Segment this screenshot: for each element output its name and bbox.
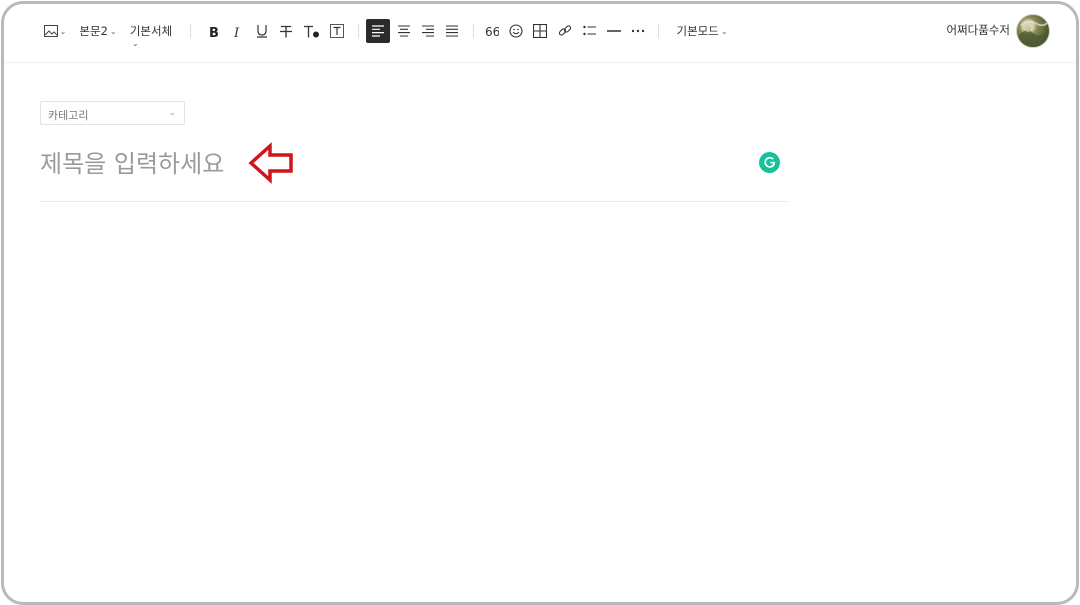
- align-center-icon: [398, 25, 410, 37]
- link-button[interactable]: [555, 18, 575, 44]
- paragraph-style-select[interactable]: 본문2 ⌄: [78, 18, 118, 44]
- strikethrough-icon: [280, 25, 292, 37]
- toolbar-separator: [358, 24, 359, 38]
- horizontal-line-icon: [607, 30, 621, 32]
- user-name[interactable]: 어쩌다품수저: [947, 22, 1010, 38]
- category-placeholder: 카테고리: [48, 109, 89, 122]
- quote-button[interactable]: 66: [482, 18, 502, 44]
- text-background-icon: [330, 24, 344, 38]
- toolbar-separator: [190, 24, 191, 38]
- italic-button[interactable]: I: [228, 18, 248, 44]
- chevron-down-icon: ⌄: [720, 26, 728, 36]
- editor-mode-select[interactable]: 기본모드 ⌄: [672, 18, 732, 44]
- link-icon: [558, 25, 572, 36]
- toolbar-separator: [473, 24, 474, 38]
- body-editor[interactable]: [40, 214, 788, 584]
- chevron-down-icon: ⌄: [132, 39, 139, 48]
- more-icon: [631, 29, 645, 33]
- align-justify-button[interactable]: [440, 18, 464, 44]
- title-divider: [40, 201, 788, 202]
- align-right-icon: [422, 25, 434, 37]
- category-select[interactable]: 카테고리 ⌄: [40, 101, 185, 125]
- table-button[interactable]: [530, 18, 550, 44]
- align-justify-icon: [446, 25, 458, 37]
- chevron-down-icon: ⌄: [109, 26, 117, 36]
- editor-mode-label: 기본모드: [676, 24, 719, 38]
- quote-icon: 66: [485, 25, 499, 37]
- svg-text:66: 66: [485, 25, 499, 37]
- title-input[interactable]: [40, 144, 740, 184]
- chevron-down-icon: ⌄: [168, 108, 176, 118]
- paragraph-style-label: 본문2: [79, 24, 108, 38]
- underline-button[interactable]: [252, 18, 272, 44]
- text-color-button[interactable]: [301, 18, 323, 44]
- list-button[interactable]: [580, 18, 600, 44]
- font-family-label: 기본서체: [129, 24, 173, 38]
- grammarly-icon: [764, 156, 775, 168]
- toolbar-separator: [658, 24, 659, 38]
- text-background-button[interactable]: [327, 18, 347, 44]
- list-icon: [583, 25, 596, 36]
- horizontal-line-button[interactable]: [604, 18, 624, 44]
- emoji-icon: [509, 24, 523, 38]
- more-button[interactable]: [628, 18, 648, 44]
- grammarly-button[interactable]: [759, 152, 780, 173]
- strikethrough-button[interactable]: [276, 18, 296, 44]
- text-color-icon: [304, 25, 319, 37]
- emoji-button[interactable]: [506, 18, 526, 44]
- align-left-icon: [372, 25, 384, 37]
- table-icon: [533, 24, 547, 38]
- chevron-down-icon: ⌄: [59, 26, 67, 36]
- align-right-button[interactable]: [416, 18, 440, 44]
- image-icon: [43, 25, 58, 37]
- avatar-image: [1019, 20, 1048, 47]
- svg-text:B: B: [209, 26, 219, 38]
- align-left-button[interactable]: [366, 19, 390, 43]
- align-center-button[interactable]: [392, 18, 416, 44]
- avatar[interactable]: [1016, 14, 1050, 48]
- image-insert-button[interactable]: ⌄: [42, 18, 68, 44]
- underline-icon: [257, 25, 267, 38]
- bold-icon: B: [209, 26, 219, 38]
- editor-window: ⌄ 본문2 ⌄ 기본서체 ⌄ B I 66 기본모드 ⌄ 어쩌다품수저 카테고리…: [1, 1, 1079, 605]
- bold-button[interactable]: B: [204, 18, 224, 44]
- italic-icon: I: [233, 26, 240, 38]
- arrow-left-icon: [248, 142, 293, 184]
- editor-toolbar: ⌄ 본문2 ⌄ 기본서체 ⌄ B I 66 기본모드 ⌄ 어쩌다품수저: [4, 4, 1076, 63]
- svg-text:I: I: [233, 26, 240, 38]
